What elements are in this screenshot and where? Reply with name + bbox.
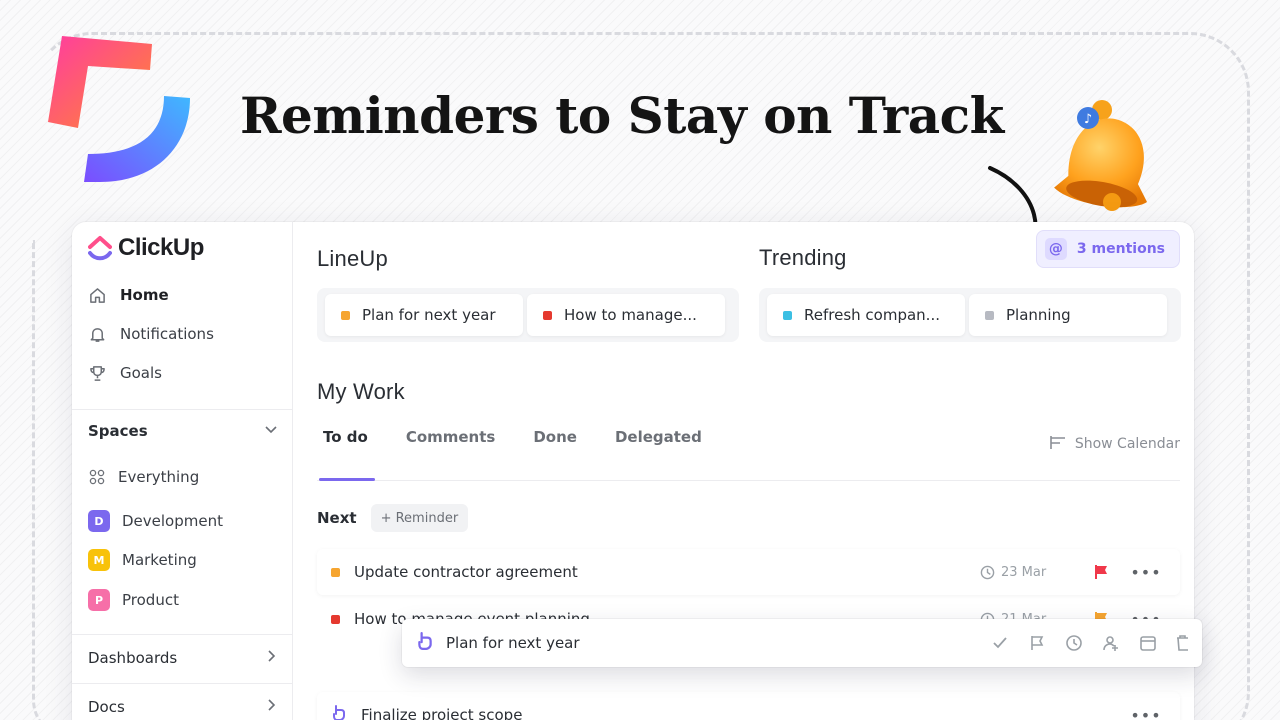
bell-icon bbox=[88, 325, 106, 343]
my-work-tabs: To do Comments Done Delegated bbox=[323, 428, 740, 446]
clock-icon bbox=[980, 565, 995, 579]
trending-task-card[interactable]: Refresh compan... bbox=[767, 294, 965, 336]
sidebar-divider bbox=[72, 634, 293, 635]
home-icon bbox=[88, 286, 106, 304]
task-row[interactable]: Finalize project scope ••• bbox=[317, 692, 1180, 720]
task-title[interactable]: Update contractor agreement bbox=[354, 563, 980, 581]
sidebar-item-docs[interactable]: Docs bbox=[88, 698, 278, 716]
sidebar-divider bbox=[72, 409, 293, 410]
more-options-icon[interactable]: ••• bbox=[1126, 563, 1166, 582]
more-options-icon[interactable]: ••• bbox=[1126, 706, 1166, 720]
due-date[interactable]: 23 Mar bbox=[980, 565, 1076, 580]
at-icon: @ bbox=[1044, 238, 1067, 260]
mentions-button[interactable]: @ 3 mentions bbox=[1035, 230, 1180, 268]
reminder-popup[interactable]: Plan for next year bbox=[402, 619, 1202, 667]
priority-flag-icon[interactable] bbox=[1076, 564, 1126, 580]
space-avatar: D bbox=[88, 510, 110, 532]
sidebar-item-notifications[interactable]: Notifications bbox=[88, 325, 214, 343]
reminder-hand-icon bbox=[331, 705, 347, 720]
status-dot bbox=[331, 567, 340, 577]
clickup-brand-logo bbox=[48, 36, 190, 182]
sidebar-item-goals[interactable]: Goals bbox=[88, 364, 162, 382]
trash-icon[interactable] bbox=[1176, 634, 1188, 652]
status-dot bbox=[341, 310, 350, 320]
task-row[interactable]: Update contractor agreement 23 Mar ••• bbox=[317, 549, 1180, 595]
chevron-down-icon[interactable] bbox=[264, 422, 278, 440]
task-title[interactable]: Finalize project scope bbox=[361, 706, 1126, 720]
lineup-strip: Plan for next year How to manage... bbox=[317, 288, 739, 342]
spaces-label: Spaces bbox=[88, 422, 148, 440]
show-calendar-button[interactable]: Show Calendar bbox=[1049, 434, 1180, 454]
reminder-hand-icon bbox=[416, 632, 434, 654]
sidebar-item-label: Home bbox=[120, 286, 169, 304]
mentions-label: 3 mentions bbox=[1076, 241, 1165, 257]
flag-icon[interactable] bbox=[1028, 634, 1046, 652]
sidebar-item-dashboards[interactable]: Dashboards bbox=[88, 649, 278, 667]
sidebar-item-label: Product bbox=[122, 591, 179, 609]
task-title: Plan for next year bbox=[362, 306, 496, 324]
trending-task-card[interactable]: Planning bbox=[969, 294, 1167, 336]
sidebar-item-marketing[interactable]: M Marketing bbox=[88, 549, 197, 571]
sidebar-item-label: Marketing bbox=[122, 551, 197, 569]
task-title: Refresh compan... bbox=[804, 306, 940, 324]
task-title: How to manage... bbox=[564, 306, 697, 324]
trending-title: Trending bbox=[759, 245, 847, 270]
assign-user-icon[interactable] bbox=[1102, 634, 1120, 652]
sidebar-item-development[interactable]: D Development bbox=[88, 510, 223, 532]
chevron-right-icon bbox=[264, 649, 278, 667]
status-dot bbox=[331, 614, 340, 624]
headline: Reminders to Stay on Track bbox=[240, 86, 1004, 145]
tabs-divider bbox=[317, 480, 1180, 481]
show-calendar-label: Show Calendar bbox=[1074, 436, 1180, 452]
reminder-title[interactable]: Plan for next year bbox=[446, 634, 991, 652]
sidebar: ClickUp Home Notifications Goals Spaces bbox=[72, 222, 293, 720]
lineup-task-card[interactable]: How to manage... bbox=[527, 294, 725, 336]
sidebar-item-product[interactable]: P Product bbox=[88, 589, 179, 611]
sidebar-item-label: Goals bbox=[120, 364, 162, 382]
space-avatar: M bbox=[88, 549, 110, 571]
chevron-right-icon bbox=[264, 698, 278, 716]
tab-done[interactable]: Done bbox=[533, 428, 577, 446]
sidebar-item-label: Docs bbox=[88, 698, 125, 716]
space-avatar: P bbox=[88, 589, 110, 611]
task-title: Planning bbox=[1006, 306, 1071, 324]
app-logo[interactable]: ClickUp bbox=[88, 234, 204, 262]
clickup-logo-icon bbox=[88, 236, 112, 261]
calendar-icon[interactable] bbox=[1139, 634, 1157, 652]
status-dot bbox=[543, 310, 552, 320]
reminder-actions bbox=[991, 634, 1188, 652]
tab-delegated[interactable]: Delegated bbox=[615, 428, 702, 446]
active-tab-indicator bbox=[319, 478, 375, 481]
svg-text:♪: ♪ bbox=[1084, 112, 1092, 127]
bell-icon: ♪ bbox=[1054, 100, 1148, 211]
clock-icon[interactable] bbox=[1065, 634, 1083, 652]
next-label: Next bbox=[317, 509, 357, 527]
add-reminder-button[interactable]: + Reminder bbox=[370, 504, 469, 532]
sidebar-item-label: Dashboards bbox=[88, 649, 178, 667]
grid-icon bbox=[88, 468, 106, 486]
sidebar-item-home[interactable]: Home bbox=[88, 286, 169, 304]
sidebar-item-label: Development bbox=[122, 512, 223, 530]
trending-strip: Refresh compan... Planning bbox=[759, 288, 1181, 342]
next-section-header: Next + Reminder bbox=[317, 504, 469, 532]
check-icon[interactable] bbox=[991, 634, 1009, 652]
due-date-label: 23 Mar bbox=[1001, 564, 1047, 580]
sidebar-item-everything[interactable]: Everything bbox=[88, 468, 199, 486]
status-dot bbox=[783, 310, 792, 320]
sidebar-divider bbox=[72, 683, 293, 684]
sidebar-item-label: Everything bbox=[118, 468, 200, 486]
spaces-header[interactable]: Spaces bbox=[88, 422, 278, 440]
trophy-icon bbox=[88, 364, 106, 382]
lineup-task-card[interactable]: Plan for next year bbox=[325, 294, 523, 336]
app-name: ClickUp bbox=[118, 234, 204, 261]
tab-comments[interactable]: Comments bbox=[406, 428, 496, 446]
tab-to-do[interactable]: To do bbox=[323, 428, 368, 446]
lineup-title: LineUp bbox=[317, 246, 388, 271]
my-work-title: My Work bbox=[317, 379, 405, 404]
status-dot bbox=[985, 310, 994, 320]
calendar-toggle-icon bbox=[1049, 434, 1067, 454]
sidebar-item-label: Notifications bbox=[120, 325, 214, 343]
